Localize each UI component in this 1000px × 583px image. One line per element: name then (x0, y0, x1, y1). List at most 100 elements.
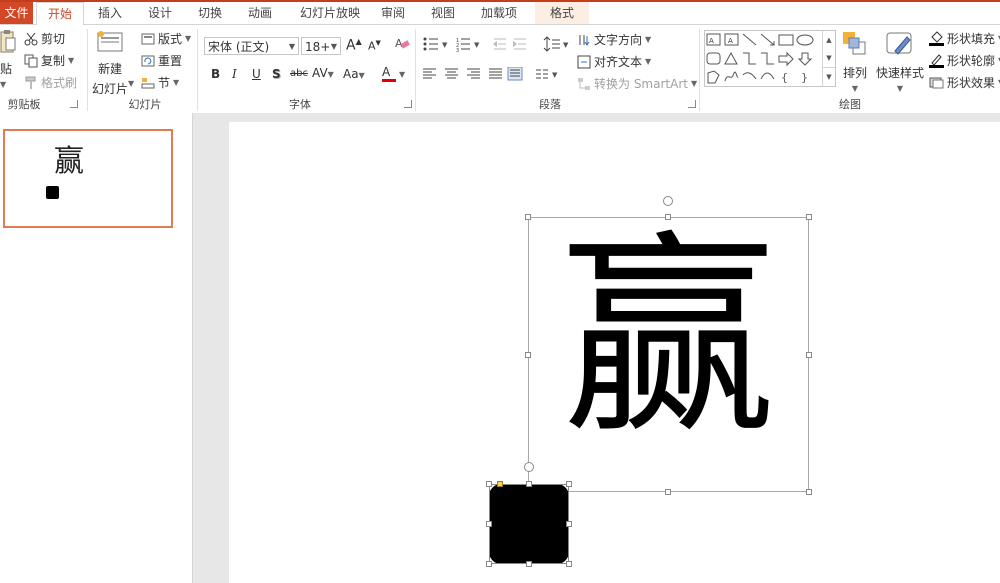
shrink-font-button[interactable]: A▼ (368, 39, 381, 53)
strikethrough-button[interactable]: abc (290, 68, 308, 79)
clipboard-launcher-icon[interactable] (70, 100, 78, 108)
cut-button[interactable]: 剪切 (24, 30, 65, 47)
tab-review[interactable]: 审阅 (373, 2, 413, 24)
convert-smartart-button[interactable]: 转换为 SmartArt ▼ (577, 75, 697, 92)
text-direction-button[interactable]: 文字方向 ▼ (577, 31, 651, 48)
shapes-gallery[interactable]: A A { } ▲ ▼ ▼ (704, 30, 836, 87)
curve-shape-icon[interactable] (742, 72, 757, 80)
underline-button[interactable]: U (252, 67, 261, 81)
tab-home[interactable]: 开始 (36, 2, 84, 26)
section-button[interactable]: 节 ▼ (141, 74, 179, 91)
arc-shape-icon[interactable] (760, 72, 775, 80)
align-center-icon[interactable] (445, 68, 458, 79)
numbering-icon[interactable]: 123▼ (456, 38, 480, 52)
tab-format[interactable]: 格式 (535, 2, 589, 24)
align-text-button[interactable]: 对齐文本 ▼ (577, 53, 651, 70)
tab-slideshow[interactable]: 幻灯片放映 (290, 2, 370, 24)
quick-styles-button[interactable]: 快速样式 ▼ (876, 31, 924, 93)
arrow-line-shape-icon[interactable] (760, 33, 775, 46)
justify-icon[interactable] (489, 68, 502, 79)
text-shadow-button[interactable]: S (272, 67, 281, 81)
line-spacing-icon[interactable]: ▼ (543, 36, 569, 52)
gallery-scroll-down-icon[interactable]: ▼ (823, 49, 835, 67)
rotate-handle-icon[interactable] (663, 196, 673, 206)
paragraph-launcher-icon[interactable] (688, 100, 696, 108)
tab-insert[interactable]: 插入 (90, 2, 130, 24)
tab-file[interactable]: 文件 (0, 2, 33, 24)
textbox-shape-icon[interactable]: A (706, 33, 721, 46)
increase-indent-icon[interactable] (513, 38, 526, 50)
left-brace-shape-icon[interactable]: { (781, 71, 788, 84)
shape-effects-button[interactable]: 形状效果 ▼ (929, 74, 1000, 91)
resize-handle[interactable] (806, 352, 812, 358)
bold-button[interactable]: B (211, 67, 220, 81)
resize-handle[interactable] (526, 561, 532, 567)
resize-handle[interactable] (566, 561, 572, 567)
grow-font-button[interactable]: A▲ (346, 37, 362, 54)
freeform-shape-icon[interactable] (707, 70, 720, 84)
rectangle-shape-icon[interactable] (778, 34, 794, 46)
align-left-icon[interactable] (423, 68, 436, 79)
gallery-scroll-up-icon[interactable]: ▲ (823, 31, 835, 49)
clear-formatting-button[interactable]: A (394, 35, 410, 54)
textbox-selection-frame[interactable] (528, 217, 809, 492)
align-right-icon[interactable] (467, 68, 480, 79)
resize-handle[interactable] (525, 214, 531, 220)
scribble-shape-icon[interactable] (724, 71, 739, 82)
font-size-select[interactable]: 18+ ▼ (301, 37, 341, 55)
resize-handle[interactable] (566, 521, 572, 527)
new-slide-button[interactable]: 新建 幻灯片 (92, 29, 128, 97)
resize-handle[interactable] (806, 489, 812, 495)
resize-handle[interactable] (526, 481, 532, 487)
right-arrow-shape-icon[interactable] (778, 51, 794, 67)
resize-handle[interactable] (486, 521, 492, 527)
shape-outline-button[interactable]: 形状轮廓 ▼ (929, 52, 1000, 69)
character-spacing-button[interactable]: AV▼ (312, 66, 334, 80)
elbow-connector-shape-icon[interactable] (743, 52, 756, 65)
tab-design[interactable]: 设计 (140, 2, 180, 24)
slide-thumbnail[interactable]: 赢 (3, 129, 173, 228)
resize-handle[interactable] (665, 489, 671, 495)
rotate-handle-icon[interactable] (524, 462, 534, 472)
new-slide-dropdown-icon[interactable]: ▼ (128, 79, 134, 88)
resize-handle[interactable] (525, 352, 531, 358)
elbow-arrow-connector-shape-icon[interactable] (761, 52, 774, 65)
change-case-button[interactable]: Aa▼ (343, 67, 365, 81)
resize-handle[interactable] (806, 214, 812, 220)
resize-handle[interactable] (665, 214, 671, 220)
italic-button[interactable]: I (232, 67, 237, 81)
layout-button[interactable]: 版式 ▼ (141, 30, 191, 47)
triangle-shape-icon[interactable] (724, 51, 738, 65)
resize-handle[interactable] (486, 561, 492, 567)
tab-addins[interactable]: 加载项 (473, 2, 525, 24)
resize-handle[interactable] (486, 481, 492, 487)
tab-animations[interactable]: 动画 (240, 2, 280, 24)
shape-fill-button[interactable]: 形状填充 ▼ (929, 30, 1000, 47)
line-shape-icon[interactable] (742, 33, 757, 46)
bullets-icon[interactable]: ▼ (423, 37, 449, 51)
format-painter-button[interactable]: 格式刷 (24, 74, 77, 91)
columns-icon[interactable]: ▼ (536, 69, 558, 79)
vertical-textbox-shape-icon[interactable]: A (724, 33, 739, 46)
arrange-button[interactable]: 排列 ▼ (842, 31, 868, 93)
shape-selection-frame[interactable] (489, 484, 569, 564)
rounded-rectangle-shape-icon[interactable] (706, 52, 721, 65)
copy-button[interactable]: 复制 ▼ (24, 52, 74, 69)
tab-view[interactable]: 视图 (423, 2, 463, 24)
adjust-handle[interactable] (497, 481, 503, 487)
reset-button[interactable]: 重置 (141, 52, 182, 69)
tab-transitions[interactable]: 切换 (190, 2, 230, 24)
font-color-button[interactable]: A (382, 65, 396, 82)
distributed-icon[interactable] (507, 67, 523, 81)
font-color-dropdown-icon[interactable]: ▼ (399, 70, 405, 79)
down-arrow-shape-icon[interactable] (797, 52, 813, 66)
font-group-label: 字体 (289, 98, 311, 111)
decrease-indent-icon[interactable] (493, 38, 506, 50)
font-launcher-icon[interactable] (404, 100, 412, 108)
gallery-expand-icon[interactable]: ▼ (823, 67, 835, 86)
resize-handle[interactable] (566, 481, 572, 487)
paste-button[interactable]: 贴 ▼ (0, 29, 16, 89)
oval-shape-icon[interactable] (796, 34, 814, 46)
right-brace-shape-icon[interactable]: } (801, 71, 808, 84)
font-name-select[interactable]: 宋体 (正文) ▼ (204, 37, 299, 55)
